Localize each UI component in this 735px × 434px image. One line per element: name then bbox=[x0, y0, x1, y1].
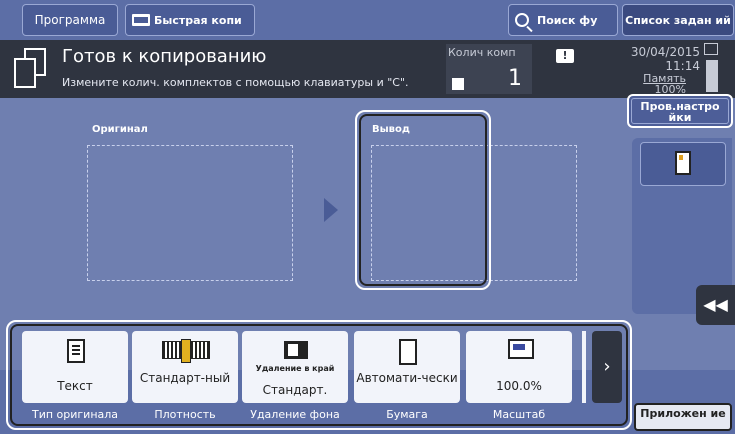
search-function-label: Поиск фу bbox=[537, 13, 598, 27]
sets-count-display[interactable]: Колич комп 1 bbox=[446, 44, 532, 94]
collapse-panel-button[interactable]: ◀◀ bbox=[696, 285, 735, 325]
document-icon bbox=[675, 151, 691, 175]
keypad-icon bbox=[452, 78, 464, 90]
document-view-button[interactable] bbox=[640, 142, 726, 186]
quick-copy-icon bbox=[132, 14, 150, 26]
search-icon bbox=[515, 13, 529, 27]
sets-count-value: 1 bbox=[508, 66, 522, 91]
copy-mode-icon bbox=[14, 48, 48, 90]
top-bar: Программа Быстрая копи Поиск фу Список з… bbox=[0, 0, 735, 40]
original-label: Оригинал bbox=[92, 124, 148, 135]
output-highlight-frame bbox=[355, 110, 491, 290]
application-label: Приложен ие bbox=[640, 407, 726, 420]
function-keys-highlight-frame bbox=[6, 320, 632, 430]
program-button-label: Программа bbox=[34, 13, 106, 27]
program-button[interactable]: Программа bbox=[22, 4, 118, 36]
quick-copy-label: Быстрая копи bbox=[154, 13, 242, 27]
status-time: 11:14 bbox=[665, 59, 700, 73]
check-settings-button[interactable]: Пров.настро йки bbox=[627, 94, 733, 128]
status-hint: Измените колич. комплектов с помощью кла… bbox=[62, 76, 409, 89]
search-function-button[interactable]: Поиск фу bbox=[508, 4, 618, 36]
job-list-label: Список задан ий bbox=[625, 13, 731, 27]
memory-gauge-fill bbox=[707, 61, 717, 91]
original-preview bbox=[87, 145, 293, 281]
status-date: 30/04/2015 bbox=[630, 45, 700, 59]
job-list-button[interactable]: Список задан ий bbox=[622, 4, 734, 36]
memory-gauge bbox=[706, 60, 718, 92]
memory-icon bbox=[704, 43, 718, 55]
status-title: Готов к копированию bbox=[62, 46, 267, 67]
status-bar: Готов к копированию Измените колич. комп… bbox=[0, 40, 735, 98]
quick-copy-button[interactable]: Быстрая копи bbox=[125, 4, 255, 36]
warning-icon[interactable]: ! bbox=[556, 49, 574, 63]
application-button[interactable]: Приложен ие bbox=[634, 403, 732, 431]
sets-count-label: Колич комп bbox=[448, 46, 516, 59]
check-settings-label: Пров.настро йки bbox=[640, 100, 720, 124]
direction-arrow-icon bbox=[324, 198, 338, 222]
